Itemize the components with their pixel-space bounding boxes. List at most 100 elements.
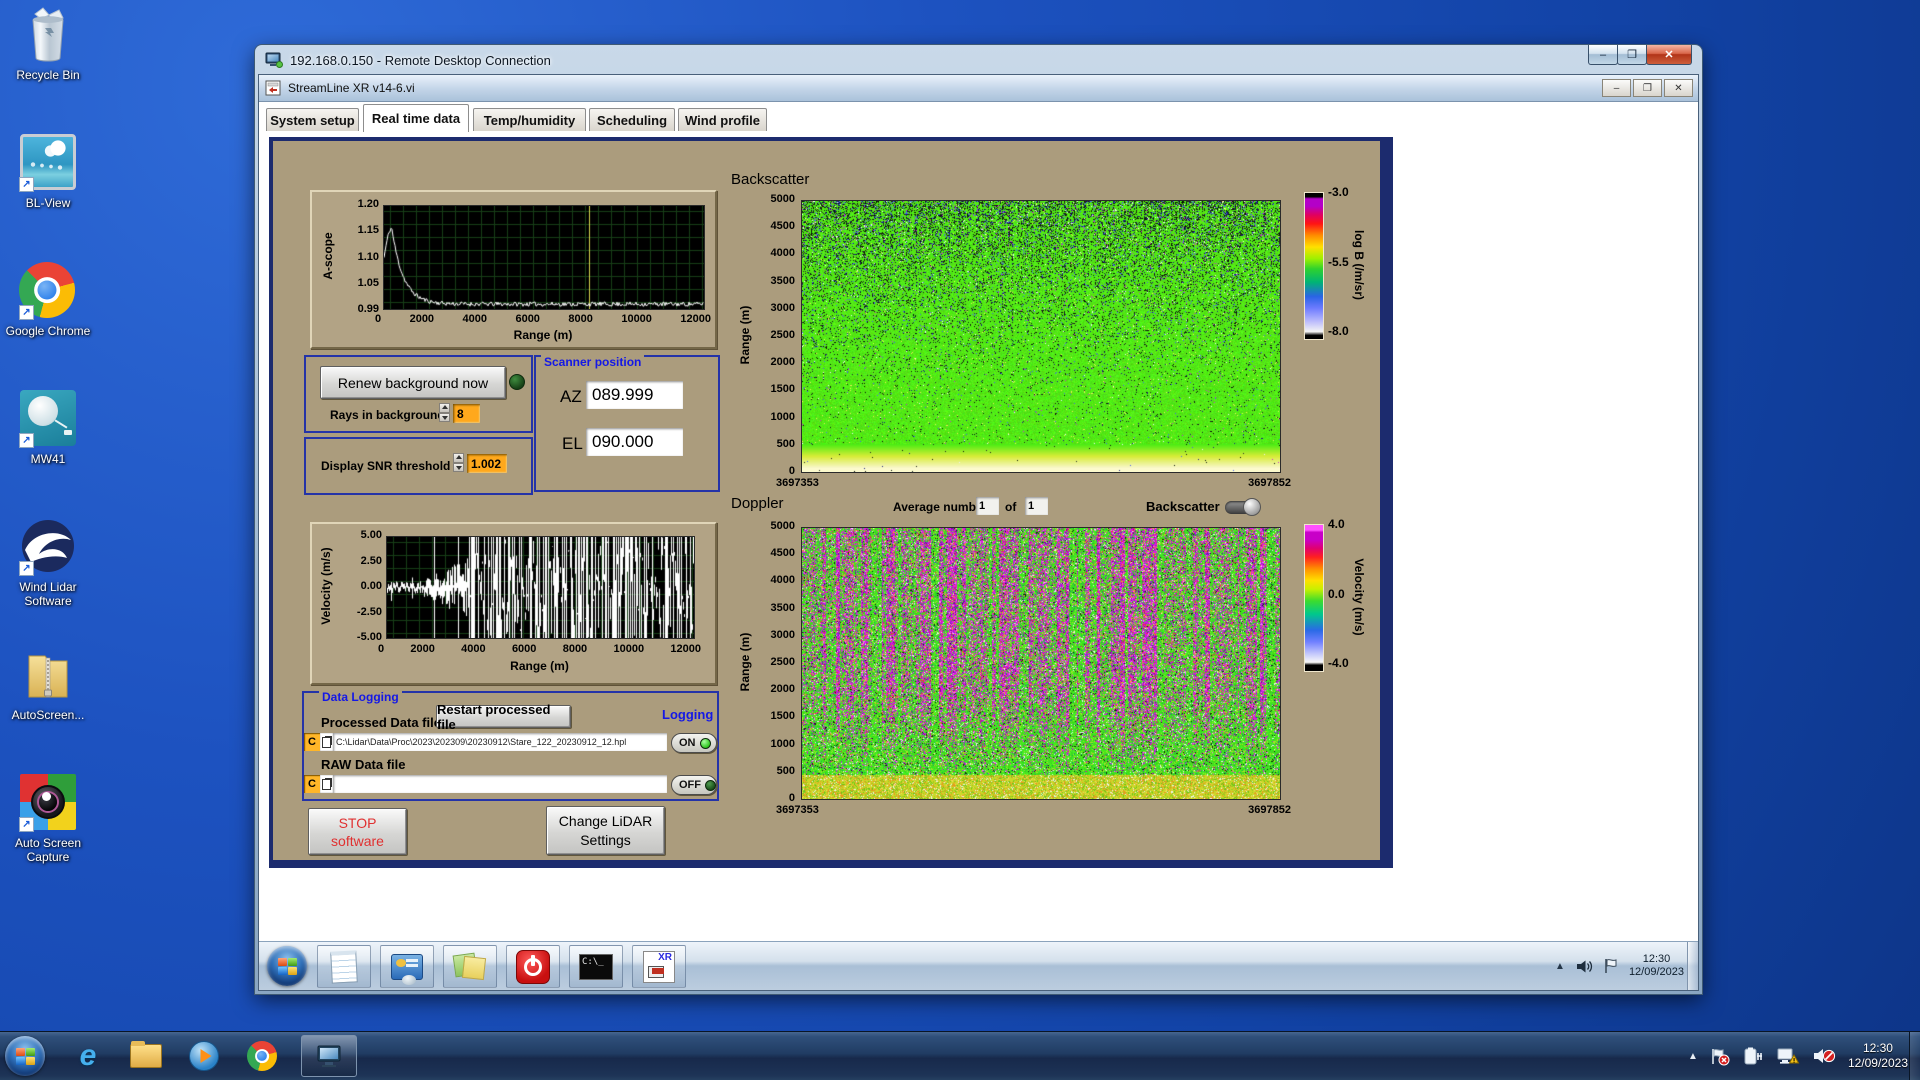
snr-threshold-field[interactable]: 1.002	[467, 454, 507, 473]
host-taskbar-media-player[interactable]	[183, 1035, 225, 1077]
ascope-xtick: 6000	[515, 313, 540, 325]
rdp-maximize-button[interactable]: ❐	[1617, 45, 1647, 65]
tab-real-time-data[interactable]: Real time data	[363, 104, 469, 132]
ascope-xtick: 12000	[680, 313, 711, 325]
remote-action-center-flag-icon[interactable]	[1604, 958, 1618, 974]
renew-background-button[interactable]: Renew background now	[320, 366, 506, 399]
desktop-icon-label: AutoScreen...	[11, 708, 85, 722]
tab-system-setup[interactable]: System setup	[266, 108, 359, 131]
raw-drive-selector[interactable]: C	[304, 775, 320, 793]
desktop-icon-auto-screen-capture[interactable]: ↗ Auto Screen Capture	[0, 774, 96, 864]
ascope-ytick: 1.20	[357, 198, 379, 210]
raw-data-file-path[interactable]	[333, 775, 667, 793]
average-total-field[interactable]: 1	[1025, 497, 1048, 515]
vi-restore-button[interactable]: ❐	[1633, 79, 1662, 97]
backscatter-toggle-switch[interactable]	[1225, 498, 1261, 516]
remote-show-desktop-button[interactable]	[1687, 942, 1698, 990]
doppler-cb-label: Velocity (m/s)	[1352, 558, 1366, 636]
ascope-y-axis-label: A-scope	[321, 232, 335, 280]
rdp-titlebar[interactable]: 192.168.0.150 - Remote Desktop Connectio…	[259, 45, 1698, 75]
remote-tray-clock[interactable]: 12:30 12/09/2023	[1629, 953, 1684, 979]
remote-taskbar-sticky-notes[interactable]	[443, 945, 497, 988]
tab-temp-humidity[interactable]: Temp/humidity	[473, 108, 586, 131]
tab-scheduling[interactable]: Scheduling	[589, 108, 675, 131]
backscatter-x-end: 3697852	[1248, 477, 1291, 489]
rays-in-background-field[interactable]: 8	[453, 404, 480, 423]
raw-logging-off-button[interactable]: OFF	[671, 775, 717, 795]
restart-processed-file-button[interactable]: Restart processed file	[436, 702, 571, 732]
remote-taskbar-cmd[interactable]: C:\_	[569, 945, 623, 988]
scanner-position-box: Scanner position AZ 089.999 EL 090.000	[534, 355, 720, 492]
ascope-xtick: 4000	[462, 313, 487, 325]
host-volume-muted-icon[interactable]	[1812, 1047, 1836, 1065]
remote-taskbar-power[interactable]	[506, 945, 560, 988]
processed-drive-selector[interactable]: C	[304, 733, 320, 751]
stop-button-line1: STOP	[338, 814, 377, 831]
raw-path-browse-icon[interactable]	[320, 775, 333, 793]
rdp-window-title: 192.168.0.150 - Remote Desktop Connectio…	[290, 52, 551, 68]
remote-taskbar-streamline-vi[interactable]: XR	[632, 945, 686, 988]
host-taskbar-chrome[interactable]	[241, 1035, 283, 1077]
rdp-app-icon	[317, 1045, 341, 1067]
doppler-ytick: 1500	[770, 710, 795, 723]
host-battery-icon[interactable]	[1742, 1047, 1764, 1065]
remote-volume-icon[interactable]	[1576, 959, 1593, 974]
host-taskbar-internet-explorer[interactable]: e	[67, 1035, 109, 1077]
desktop-icon-wind-lidar[interactable]: ↗ Wind Lidar Software	[0, 518, 96, 608]
desktop-icon-google-chrome[interactable]: ↗ Google Chrome	[0, 262, 96, 338]
snr-spinner[interactable]	[453, 453, 464, 472]
velocity-xtick: 2000	[410, 643, 435, 655]
host-action-center-flag-icon[interactable]	[1710, 1047, 1730, 1066]
vi-minimize-button[interactable]: –	[1602, 79, 1631, 97]
doppler-ytick: 3000	[770, 628, 795, 641]
average-number-label: Average number	[893, 500, 988, 514]
doppler-ytick: 0	[788, 791, 795, 804]
host-start-button[interactable]	[5, 1036, 45, 1076]
processed-logging-on-button[interactable]: ON	[671, 733, 717, 753]
host-tray-expand-icon[interactable]: ▲	[1688, 1051, 1698, 1062]
remote-start-button[interactable]	[267, 946, 307, 986]
off-label: OFF	[679, 779, 701, 791]
desktop-icon-mw41[interactable]: ↗ MW41	[0, 390, 96, 466]
average-number-field[interactable]: 1	[976, 497, 999, 515]
rays-spinner[interactable]	[439, 403, 450, 422]
renew-background-led	[509, 374, 525, 390]
rdp-app-icon	[265, 52, 283, 68]
host-network-warning-icon[interactable]	[1776, 1047, 1800, 1066]
power-button-icon	[516, 949, 550, 984]
change-lidar-settings-button[interactable]: Change LiDAR Settings	[546, 806, 665, 855]
folder-icon	[130, 1041, 162, 1068]
stop-software-button[interactable]: STOP software	[308, 808, 407, 855]
desktop-icon-autoscreen-zip[interactable]: AutoScreen...	[0, 646, 96, 722]
host-tray-clock[interactable]: 12:30 12/09/2023	[1848, 1041, 1908, 1071]
remote-tray-expand-icon[interactable]: ▲	[1555, 961, 1565, 972]
desktop-icon-label: Auto Screen Capture	[14, 836, 82, 864]
backscatter-ytick: 0	[788, 464, 795, 477]
desktop-icon-recycle-bin[interactable]: Recycle Bin	[0, 6, 96, 82]
vi-titlebar[interactable]: StreamLine XR v14-6.vi – ❐ ✕	[259, 75, 1698, 102]
processed-path-browse-icon[interactable]	[320, 733, 333, 751]
host-taskbar-explorer[interactable]	[125, 1035, 167, 1077]
el-label: EL	[562, 434, 583, 453]
rdp-close-button[interactable]: ✕	[1646, 45, 1692, 65]
ascope-xtick: 0	[375, 313, 382, 325]
windows-logo-icon	[15, 1047, 35, 1065]
host-show-desktop-button[interactable]	[1909, 1032, 1920, 1080]
vi-front-panel-area: System setup Real time data Temp/humidit…	[259, 102, 1698, 941]
raw-data-file-label: RAW Data file	[321, 757, 406, 772]
tab-wind-profile[interactable]: Wind profile	[678, 108, 767, 131]
host-taskbar-rdp-active[interactable]	[301, 1035, 357, 1077]
shortcut-arrow-icon: ↗	[19, 561, 34, 576]
desktop-icon-bl-view[interactable]: ↗ BL-View	[0, 134, 96, 210]
backscatter-y-axis-label: Range (m)	[738, 305, 752, 365]
host-clock-time: 12:30	[1862, 1041, 1893, 1055]
remote-taskbar-system-panel[interactable]	[380, 945, 434, 988]
remote-taskbar-notepad[interactable]	[317, 945, 371, 988]
ascope-xtick: 2000	[409, 313, 435, 325]
processed-data-file-path[interactable]: C:\Lidar\Data\Proc\2023\202309\20230912\…	[333, 733, 667, 751]
rdp-minimize-button[interactable]: –	[1588, 45, 1618, 65]
vi-close-button[interactable]: ✕	[1664, 79, 1693, 97]
media-player-icon	[189, 1041, 219, 1071]
front-panel: A-scope 1.20 1.15 1.10 1.05 0.99 0 2000	[269, 137, 1393, 868]
remote-clock-date: 12/09/2023	[1628, 966, 1684, 978]
